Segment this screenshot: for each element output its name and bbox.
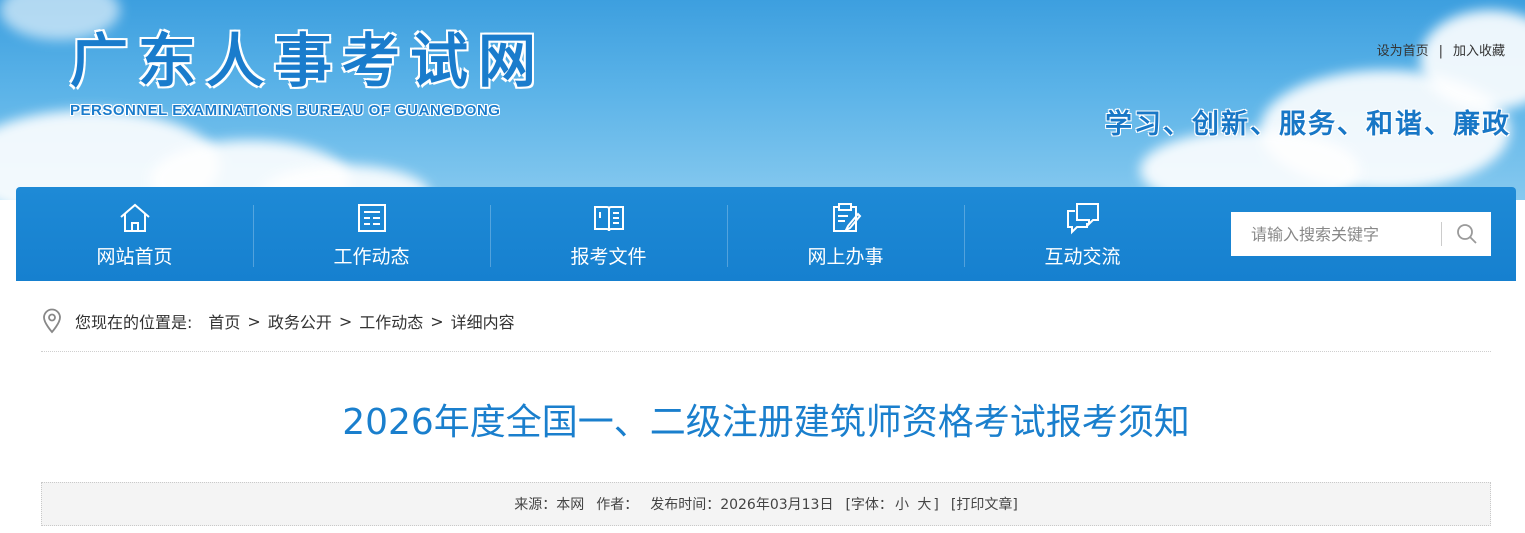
font-size-label: [字体： (845, 497, 893, 513)
search-button[interactable] (1442, 212, 1491, 256)
logo-english: PERSONNEL EXAMINATIONS BUREAU OF GUANGDO… (70, 102, 501, 119)
search-input[interactable] (1231, 212, 1441, 256)
book-icon (593, 205, 624, 231)
news-icon (357, 203, 386, 232)
nav-label: 报考文件 (570, 245, 647, 268)
nav-label: 互动交流 (1044, 245, 1121, 268)
article-author: 作者： (596, 497, 639, 513)
home-icon (119, 203, 150, 232)
breadcrumb-sep: > (247, 311, 261, 331)
article-source: 来源：本网 (514, 497, 585, 513)
header-banner: 广东人事考试网 PERSONNEL EXAMINATIONS BUREAU OF… (0, 0, 1525, 200)
print-article-button[interactable]: [打印文章] (951, 494, 1018, 514)
slogan: 学习、创新、服务、和谐、廉政 (1105, 109, 1511, 140)
nav-item-home[interactable]: 网站首页 (16, 187, 253, 281)
clipboard-pen-icon (832, 202, 861, 232)
add-favorite-link[interactable]: 加入收藏 (1453, 44, 1505, 59)
breadcrumb-home[interactable]: 首页 (208, 309, 240, 333)
breadcrumb-lead: 您现在的位置是: (75, 313, 193, 332)
top-links: 设为首页 | 加入收藏 (1377, 40, 1505, 59)
search-box (1231, 212, 1491, 256)
nav-item-documents[interactable]: 报考文件 (490, 187, 727, 281)
nav-label: 网上办事 (807, 245, 884, 268)
breadcrumb-work-news[interactable]: 工作动态 (359, 309, 423, 333)
breadcrumb-gov-affairs[interactable]: 政务公开 (268, 309, 332, 333)
breadcrumb-current: 详细内容 (450, 313, 515, 332)
search-icon (1456, 224, 1477, 244)
main-nav: 网站首页 工作动态 报考文件 网上办事 互动交流 (16, 187, 1516, 281)
font-size-controls: [字体：小 大] (845, 494, 938, 514)
site-logo[interactable]: 广东人事考试网 PERSONNEL EXAMINATIONS BUREAU OF… (70, 28, 546, 119)
article-title: 2026年度全国一、二级注册建筑师资格考试报考须知 (342, 402, 1190, 443)
logo-chinese: 广东人事考试网 (70, 27, 547, 95)
link-separator: | (1438, 44, 1443, 59)
breadcrumb-sep: > (430, 311, 444, 331)
set-home-link[interactable]: 设为首页 (1377, 44, 1429, 59)
nav-item-online-services[interactable]: 网上办事 (727, 187, 964, 281)
article-published: 发布时间：2026年03月13日 (650, 497, 834, 513)
main-content: 您现在的位置是: 首页 > 政务公开 > 工作动态 > 详细内容 2026年度全… (16, 281, 1516, 533)
breadcrumb-sep: > (338, 311, 353, 331)
nav-item-news[interactable]: 工作动态 (253, 187, 490, 281)
article-meta: 来源：本网 作者： 发布时间：2026年03月13日 [字体：小 大] [打印文… (41, 482, 1491, 526)
location-pin-icon (43, 308, 61, 334)
font-size-close: ] (933, 497, 939, 513)
nav-label: 网站首页 (96, 245, 173, 268)
nav-item-interaction[interactable]: 互动交流 (964, 187, 1201, 281)
font-large-button[interactable]: 大 (917, 497, 931, 513)
divider-line (41, 351, 1491, 352)
breadcrumb: 您现在的位置是: 首页 > 政务公开 > 工作动态 > 详细内容 (41, 301, 515, 341)
font-small-button[interactable]: 小 (895, 497, 909, 513)
nav-label: 工作动态 (333, 245, 410, 268)
chat-bubbles-icon (1066, 202, 1099, 234)
